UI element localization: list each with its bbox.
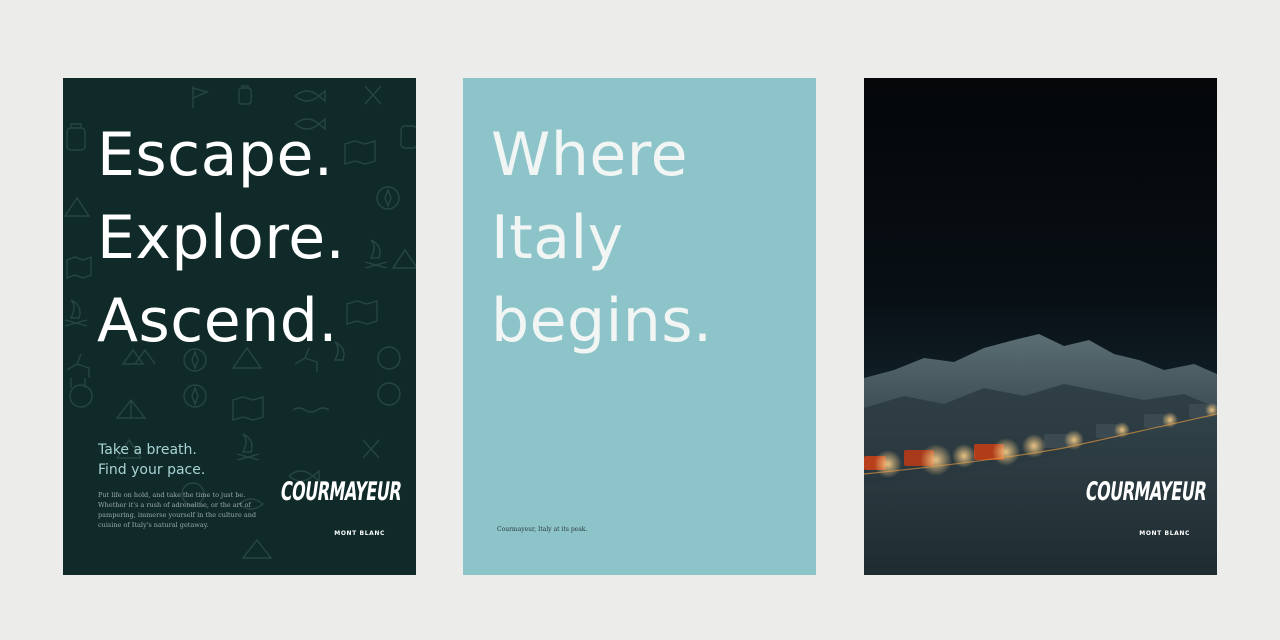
map-icon bbox=[66, 255, 92, 280]
backpack-icon bbox=[400, 125, 416, 149]
subhead-line: Take a breath. bbox=[98, 442, 197, 458]
campfire-icon bbox=[236, 433, 260, 461]
mountain-icon bbox=[63, 196, 91, 217]
body-copy: Put life on hold, and take the time to j… bbox=[98, 491, 257, 529]
headline-line: begins. bbox=[491, 286, 713, 356]
compass-icon bbox=[69, 384, 93, 408]
headline-line: Italy bbox=[491, 203, 624, 273]
compass-icon bbox=[377, 382, 401, 406]
compass-icon bbox=[376, 186, 400, 210]
campfire-icon bbox=[364, 239, 388, 269]
fish-icon bbox=[294, 89, 326, 103]
crossed-axes-icon bbox=[362, 439, 380, 459]
map-icon bbox=[344, 140, 376, 165]
headline-line: Explore. bbox=[97, 203, 346, 273]
subhead: Take a breath. Find your pace. bbox=[98, 440, 205, 480]
map-icon bbox=[232, 396, 264, 421]
tagline: Courmayeur, Italy at its peak. bbox=[497, 526, 588, 533]
poster-night-snowcats: COURMAYEUR MONT BLANC bbox=[864, 78, 1217, 575]
courmayeur-logo: COURMAYEUR MONT BLANC bbox=[1084, 476, 1209, 537]
poster-where-italy-begins: Where Italy begins. Courmayeur, Italy at… bbox=[463, 78, 816, 575]
headline-line: Where bbox=[491, 120, 689, 190]
headline-line: Escape. bbox=[97, 120, 334, 190]
compass-icon bbox=[183, 384, 207, 408]
map-icon bbox=[346, 300, 378, 325]
subhead-line: Find your pace. bbox=[98, 462, 206, 478]
logo-wordmark: COURMAYEUR bbox=[1083, 476, 1209, 507]
backpack-icon bbox=[66, 123, 86, 151]
lantern-icon bbox=[238, 85, 252, 105]
crossed-axes-icon bbox=[364, 85, 382, 105]
lake-icon bbox=[292, 407, 330, 413]
tent-icon bbox=[241, 538, 273, 559]
headline-line: Ascend. bbox=[97, 286, 338, 356]
logo-subtitle: MONT BLANC bbox=[1139, 530, 1190, 537]
flag-icon bbox=[192, 86, 210, 108]
courmayeur-logo: COURMAYEUR MONT BLANC bbox=[279, 476, 404, 537]
mountain-icon bbox=[391, 248, 416, 269]
poster-escape-explore-ascend: Escape. Explore. Ascend. Take a breath. … bbox=[63, 78, 416, 575]
compass-icon bbox=[377, 346, 401, 370]
headline: Where Italy begins. bbox=[491, 114, 713, 363]
deer-icon bbox=[66, 353, 90, 388]
campfire-icon bbox=[64, 299, 88, 327]
headline: Escape. Explore. Ascend. bbox=[97, 114, 345, 363]
logo-wordmark: COURMAYEUR bbox=[278, 476, 404, 507]
logo-subtitle: MONT BLANC bbox=[334, 530, 385, 537]
tent-icon bbox=[115, 398, 147, 419]
